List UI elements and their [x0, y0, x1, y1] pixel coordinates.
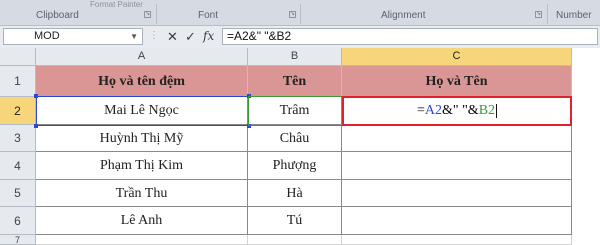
- cell-c7[interactable]: [342, 235, 572, 245]
- cancel-icon[interactable]: ✕: [167, 29, 178, 44]
- clipboard-launcher-icon[interactable]: ↘: [144, 11, 151, 18]
- font-launcher-icon[interactable]: ↘: [289, 11, 296, 18]
- ribbon-separator: [300, 4, 301, 24]
- cell-a7[interactable]: [36, 235, 248, 245]
- cell-c5[interactable]: [342, 180, 572, 207]
- row-header-7[interactable]: 7: [0, 235, 36, 245]
- text-cursor: [496, 103, 498, 118]
- cell-c1[interactable]: Họ và Tên: [342, 66, 572, 97]
- formula-ref-b2: B2: [478, 103, 496, 118]
- cell-a6[interactable]: Lê Anh: [36, 207, 248, 235]
- column-header-a[interactable]: A: [36, 48, 248, 66]
- name-box[interactable]: MOD ▼: [3, 28, 143, 45]
- formula-input[interactable]: =A2&" "&B2: [222, 28, 598, 45]
- cell-a5[interactable]: Trần Thu: [36, 180, 248, 207]
- insert-function-icon[interactable]: fx: [203, 29, 214, 44]
- cell-a2[interactable]: Mai Lê Ngọc: [36, 97, 248, 125]
- formula-bar: MOD ▼ ⋮ ✕ ✓ fx =A2&" "&B2: [0, 26, 600, 49]
- alignment-launcher-icon[interactable]: ↘: [535, 11, 542, 18]
- row-header-6[interactable]: 6: [0, 207, 36, 235]
- ribbon: Format Painter Clipboard ↘ Font ↘ Alignm…: [0, 0, 600, 26]
- sheet-empty-area: [572, 48, 600, 245]
- enter-icon[interactable]: ✓: [185, 29, 196, 44]
- column-header-b[interactable]: B: [248, 48, 342, 66]
- cell-b7[interactable]: [248, 235, 342, 245]
- cell-b6[interactable]: Tú: [248, 207, 342, 235]
- cell-a1[interactable]: Họ và tên đệm: [36, 66, 248, 97]
- row-header-4[interactable]: 4: [0, 152, 36, 180]
- cell-c4[interactable]: [342, 152, 572, 180]
- cell-c3[interactable]: [342, 125, 572, 152]
- cell-b2[interactable]: Trâm: [248, 97, 342, 125]
- ribbon-separator: [156, 4, 157, 24]
- cell-b1[interactable]: Tên: [248, 66, 342, 97]
- cell-a3[interactable]: Huỳnh Thị Mỹ: [36, 125, 248, 152]
- cell-a4[interactable]: Phạm Thị Kim: [36, 152, 248, 180]
- select-all-corner[interactable]: [0, 48, 36, 66]
- ribbon-group-clipboard: Clipboard: [36, 10, 79, 21]
- cell-b3[interactable]: Châu: [248, 125, 342, 152]
- row-header-1[interactable]: 1: [0, 66, 36, 97]
- row-header-3[interactable]: 3: [0, 125, 36, 152]
- chevron-down-icon[interactable]: ▼: [130, 29, 138, 44]
- formula-bar-grip-icon[interactable]: ⋮: [149, 30, 159, 41]
- format-painter-label[interactable]: Format Painter: [90, 0, 143, 9]
- formula-middle: &" "&: [441, 103, 479, 118]
- ribbon-group-alignment: Alignment: [381, 10, 426, 21]
- formula-ref-a2: A2: [424, 103, 442, 118]
- name-box-value: MOD: [34, 30, 60, 42]
- ribbon-group-font: Font: [198, 10, 219, 21]
- row-header-2[interactable]: 2: [0, 97, 36, 125]
- active-cell-c2[interactable]: =A2&" "&B2: [342, 96, 572, 126]
- formula-prefix: =: [416, 103, 425, 118]
- ribbon-separator: [547, 4, 548, 24]
- column-header-c[interactable]: C: [342, 48, 572, 66]
- cell-b4[interactable]: Phượng: [248, 152, 342, 180]
- row-header-5[interactable]: 5: [0, 180, 36, 207]
- ribbon-group-number: Number: [556, 10, 592, 21]
- worksheet-grid: A B C 1 2 3 4 5 6 7 Họ và tên đệm Tên Họ…: [0, 48, 600, 245]
- cell-c6[interactable]: [342, 207, 572, 235]
- cell-b5[interactable]: Hà: [248, 180, 342, 207]
